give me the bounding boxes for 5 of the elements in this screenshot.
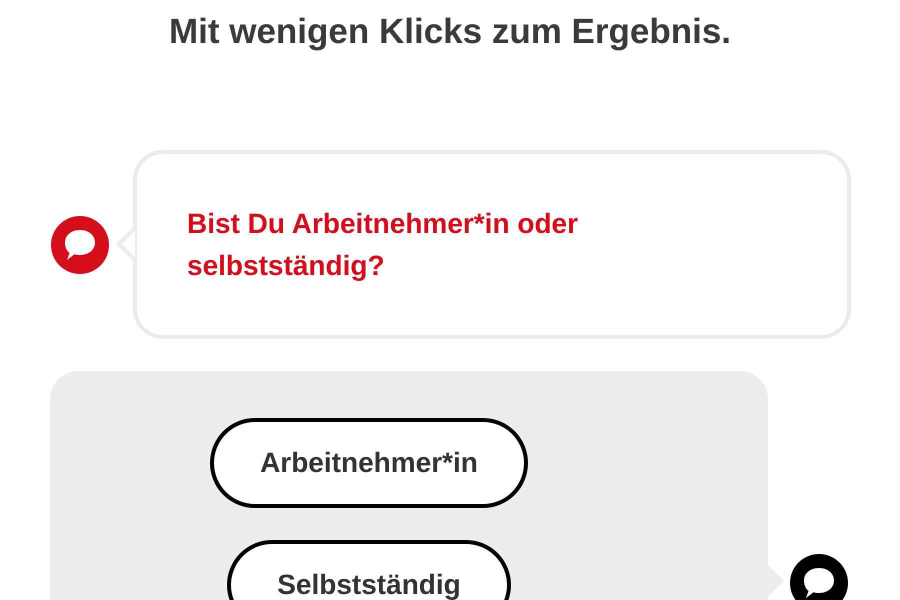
- speech-bubble-icon: [51, 216, 109, 274]
- page-heading: Mit wenigen Klicks zum Ergebnis.: [168, 11, 732, 53]
- answer-button[interactable]: Arbeitnehmer*in: [210, 418, 528, 508]
- answer-button[interactable]: Selbstständig: [227, 540, 511, 600]
- question-text: Bist Du Arbeitnehmer*in oder selbstständig?: [187, 206, 580, 283]
